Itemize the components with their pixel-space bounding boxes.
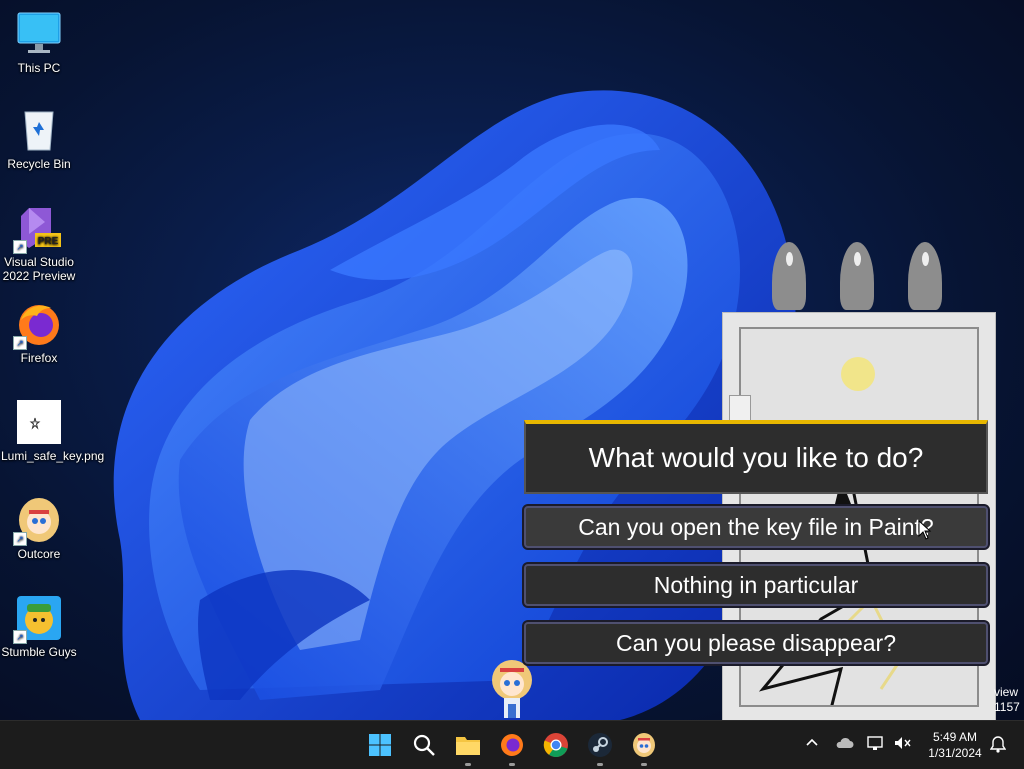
watermark-line: 1157 [994, 700, 1020, 714]
desktop-icon-this-pc[interactable]: This PC [1, 10, 77, 75]
desktop[interactable]: This PC Recycle Bin PRE ↗ Visual Studio … [0, 0, 1024, 720]
desktop-icon-lumi-safe-key[interactable]: Lumi_safe_key.png [1, 398, 105, 463]
desktop-icon-stumble-guys[interactable]: ↗ Stumble Guys [1, 594, 77, 659]
desktop-icon-label: Outcore [17, 547, 61, 561]
windows-watermark: view 1157 [994, 685, 1020, 715]
search-icon [413, 734, 435, 756]
clock-date: 1/31/2024 [928, 746, 982, 760]
mouse-cursor-icon [918, 520, 932, 540]
image-file-icon [17, 400, 61, 444]
chrome-icon [543, 733, 568, 757]
taskbar-clock[interactable]: 5:49 AM 1/31/2024 [920, 729, 990, 761]
taskbar: 5:49 AM 1/31/2024 [0, 720, 1024, 769]
dialog-question: What would you like to do? [524, 420, 988, 494]
monitor-icon [17, 12, 61, 53]
desktop-icon-outcore[interactable]: ↗ Outcore [1, 496, 77, 561]
chevron-up-icon [806, 738, 818, 746]
desktop-icon-visual-studio[interactable]: PRE ↗ Visual Studio 2022 Preview [1, 204, 77, 283]
file-explorer-icon [456, 737, 480, 755]
shortcut-arrow-icon: ↗ [13, 240, 27, 254]
volume-tray-button[interactable] [892, 735, 912, 755]
start-icon [369, 734, 391, 756]
running-indicator [641, 763, 647, 766]
taskbar-outcore[interactable] [628, 729, 660, 766]
volume-muted-icon [895, 737, 911, 749]
show-hidden-icons-button[interactable] [802, 735, 822, 755]
notification-bell-icon [989, 736, 1007, 753]
firefox-icon [501, 734, 523, 756]
shortcut-arrow-icon: ↗ [13, 532, 27, 546]
desktop-icon-label: Firefox [20, 351, 58, 365]
dialog-option-disappear[interactable]: Can you please disappear? [524, 622, 988, 664]
desktop-icon-label: This PC [17, 61, 61, 75]
running-indicator [465, 763, 471, 766]
svg-text:PRE: PRE [38, 236, 59, 247]
desktop-icon-label: Visual Studio 2022 Preview [2, 255, 76, 283]
watermark-line: view [994, 685, 1019, 699]
recycle-bin-icon [24, 111, 54, 151]
taskbar-steam[interactable] [584, 729, 616, 766]
taskbar-start[interactable] [364, 729, 396, 761]
taskbar-file-explorer[interactable] [452, 729, 484, 766]
onedrive-tray-button[interactable] [834, 735, 854, 755]
running-indicator [597, 763, 603, 766]
shortcut-arrow-icon: ↗ [13, 630, 27, 644]
network-tray-button[interactable] [866, 735, 886, 755]
taskbar-firefox[interactable] [496, 729, 528, 766]
steam-icon [588, 733, 612, 757]
running-indicator [509, 763, 515, 766]
cloud-icon [836, 737, 854, 748]
desktop-icon-label: Lumi_safe_key.png [1, 449, 105, 463]
taskbar-chrome[interactable] [540, 729, 572, 761]
desktop-icon-label: Recycle Bin [7, 157, 71, 171]
desktop-icon-recycle-bin[interactable]: Recycle Bin [1, 106, 77, 171]
shortcut-arrow-icon: ↗ [13, 336, 27, 350]
desktop-icon-firefox[interactable]: ↗ Firefox [1, 300, 77, 365]
lumi-character [492, 660, 532, 718]
outcore-icon [633, 733, 655, 757]
taskbar-search[interactable] [408, 729, 440, 761]
clock-time: 5:49 AM [932, 730, 978, 744]
desktop-icon-label: Stumble Guys [1, 645, 77, 659]
notifications-button[interactable] [988, 735, 1008, 755]
network-icon [867, 736, 883, 750]
dialog-option-nothing[interactable]: Nothing in particular [524, 564, 988, 606]
